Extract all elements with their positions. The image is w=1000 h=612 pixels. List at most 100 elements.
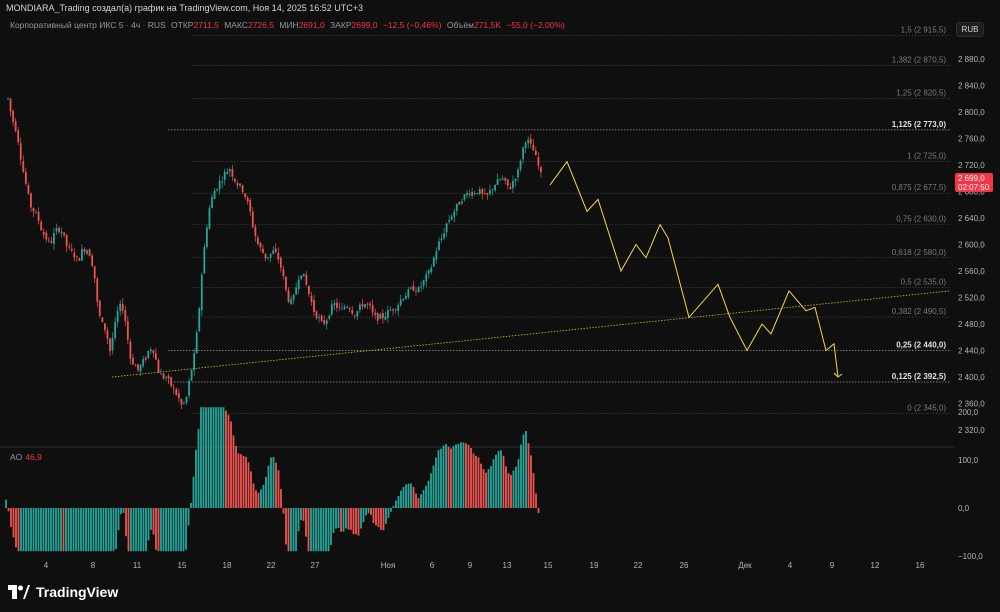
symbol-name[interactable]: Корпоративный центр ИКС 5 · 4ч · RUS: [10, 20, 166, 30]
main-chart[interactable]: 1,5 (2 915,5) 1,382 (2 870,5) 1,25 (2 820,…: [0, 0, 1000, 612]
candle-body: [126, 321, 129, 340]
close-value: 2699,0: [351, 20, 378, 30]
ao-bar: [15, 508, 17, 548]
ao-bar: [290, 508, 292, 552]
candle-body: [514, 178, 517, 182]
ao-bar: [407, 483, 410, 508]
candle-body: [374, 312, 377, 315]
ao-bar: [127, 508, 130, 552]
candle-body: [188, 380, 190, 396]
ao-bar: [525, 431, 527, 508]
candle-body: [537, 157, 540, 166]
time-tick-label: 16: [916, 561, 925, 570]
candle-body: [506, 179, 509, 186]
candle-body: [45, 232, 48, 240]
candle-body: [195, 332, 198, 354]
candle-body: [50, 241, 53, 243]
ao-bar: [527, 443, 530, 508]
ao-bar: [537, 508, 540, 513]
fib-label: 0 (2 345,0): [907, 403, 946, 412]
ao-bar: [375, 508, 377, 526]
time-tick-label: 15: [178, 561, 187, 570]
ao-bar: [137, 508, 140, 552]
ao-bar: [172, 508, 175, 552]
candle-body: [427, 270, 430, 274]
time-tick-label: 4: [788, 561, 793, 570]
ao-bar: [262, 484, 265, 508]
candle-body: [486, 193, 489, 195]
ao-legend[interactable]: AO 46,9: [10, 452, 42, 462]
fib-label: 1,125 (2 773,0): [892, 120, 947, 129]
candle-body: [239, 183, 241, 186]
candle-body: [251, 211, 254, 227]
candle-body: [310, 295, 313, 302]
currency-button[interactable]: RUB: [956, 22, 984, 37]
candle-body: [98, 300, 101, 316]
candle-body: [63, 232, 65, 236]
candle-body: [376, 312, 379, 321]
candle-body: [346, 306, 349, 308]
ao-bar: [327, 508, 330, 552]
ao-bar: [520, 444, 522, 508]
candle-body: [206, 227, 208, 248]
candle-body: [420, 286, 422, 288]
ao-bar: [432, 465, 435, 508]
ao-bar: [530, 455, 532, 508]
candle-body: [279, 258, 282, 268]
candle-body: [407, 289, 410, 297]
candle-body: [22, 161, 25, 172]
ao-bar: [442, 445, 445, 508]
ao-bar: [50, 508, 52, 552]
ao-bar: [312, 508, 315, 552]
price-tick-label: 2 520,0: [958, 294, 985, 303]
ao-bar: [305, 508, 307, 537]
ao-bar: [385, 508, 387, 524]
ao-bar: [70, 508, 72, 552]
fib-label: 0,5 (2 535,0): [901, 278, 947, 287]
ao-bar: [222, 407, 225, 508]
price-axis[interactable]: 2 880,02 840,02 800,02 760,02 720,02 680…: [958, 55, 985, 435]
ao-bar: [122, 508, 125, 513]
ao-bar: [465, 443, 467, 508]
candle-body: [142, 359, 145, 366]
ao-bar: [302, 508, 305, 521]
candle-body: [193, 353, 196, 371]
price-tick-label: 2 600,0: [958, 241, 985, 250]
symbol-legend[interactable]: Корпоративный центр ИКС 5 · 4ч · RUS ОТК…: [10, 20, 565, 30]
price-tick-label: 2 440,0: [958, 347, 985, 356]
candle-body: [463, 194, 466, 200]
candle-body: [73, 252, 76, 258]
candle-body: [448, 220, 451, 222]
ao-bar: [417, 498, 420, 508]
ao-bar: [105, 508, 107, 552]
candle-body: [208, 208, 211, 229]
ao-bar: [80, 508, 82, 552]
candle-body: [218, 181, 221, 190]
ao-bar: [97, 508, 100, 552]
ao-bar: [165, 508, 167, 552]
ao-label[interactable]: AO: [10, 452, 22, 462]
time-tick-label: 15: [544, 561, 553, 570]
price-tick-label: 2 720,0: [958, 161, 985, 170]
ao-bar: [7, 508, 10, 512]
ao-bar: [532, 473, 535, 508]
ao-bar: [110, 508, 112, 552]
ao-bar: [412, 487, 415, 508]
low-value: 2691,0: [298, 20, 325, 30]
ao-bar: [95, 508, 97, 552]
candle-body: [394, 309, 397, 311]
candle-body: [415, 291, 417, 292]
ao-bar: [155, 508, 157, 550]
ao-bar: [482, 469, 485, 508]
candle-body: [119, 303, 122, 311]
candle-body: [183, 402, 185, 404]
ao-bar: [190, 502, 192, 508]
candle-body: [27, 185, 30, 194]
ao-bar: [422, 490, 425, 508]
candle-body: [432, 257, 435, 267]
tradingview-logo[interactable]: TradingView: [8, 584, 118, 600]
candle-body: [132, 358, 134, 365]
candle-body: [262, 248, 264, 254]
time-tick-label: 13: [503, 561, 512, 570]
time-tick-label: 11: [133, 561, 142, 570]
